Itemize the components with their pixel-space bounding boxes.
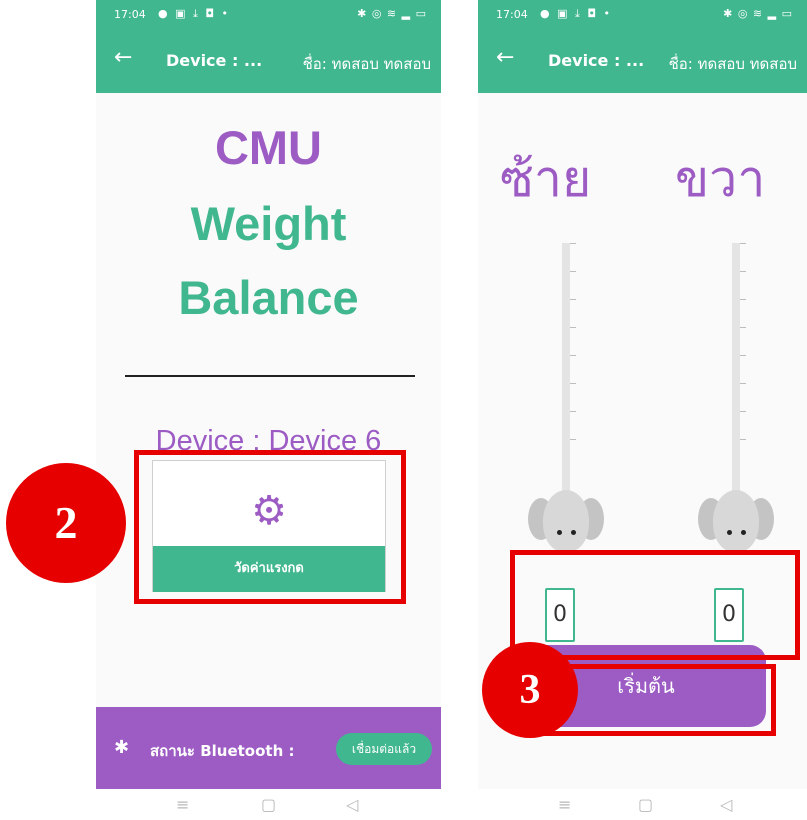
highlight-box-measure [134, 450, 406, 604]
gauge-tick [570, 327, 576, 328]
bluetooth-status-label: สถานะ Bluetooth : [150, 742, 295, 760]
gauge-tick [740, 243, 746, 244]
back-nav-icon[interactable]: ◁ [720, 795, 732, 814]
home-screen: 17:04 ● ▣ ⤓ ◘ • ✱ ◎ ≋ ▂ ▭ ← Device : ...… [96, 0, 441, 820]
gauge-tick [740, 355, 746, 356]
highlight-box-values [510, 550, 800, 660]
left-side-label: ซ้าย [500, 150, 592, 208]
step-badge-3: 3 [482, 642, 578, 738]
gauge-tick [570, 299, 576, 300]
recent-apps-icon[interactable]: ≡ [176, 795, 189, 814]
gauge-tick [570, 383, 576, 384]
notification-icons: ● ▣ ⤓ ◘ • [158, 7, 231, 20]
status-bar: 17:04 ● ▣ ⤓ ◘ • ✱ ◎ ≋ ▂ ▭ [478, 0, 807, 29]
system-icons: ✱ ◎ ≋ ▂ ▭ [723, 7, 793, 20]
device-title: Device : ... [166, 51, 263, 70]
gauge-tick [570, 439, 576, 440]
status-bar: 17:04 ● ▣ ⤓ ◘ • ✱ ◎ ≋ ▂ ▭ [96, 0, 441, 29]
divider [125, 375, 415, 377]
user-name: ชื่อ: ทดสอบ ทดสอบ [302, 55, 431, 73]
gauge-tick [570, 271, 576, 272]
step-badge-2: 2 [6, 463, 126, 583]
bluetooth-icon: ✱ [114, 737, 130, 758]
gauge-tick [570, 411, 576, 412]
title-line-cmu: CMU [214, 121, 323, 174]
recent-apps-icon[interactable]: ≡ [558, 795, 571, 814]
home-icon[interactable]: ▢ [261, 795, 276, 814]
home-icon[interactable]: ▢ [638, 795, 653, 814]
status-time: 17:04 [496, 8, 528, 21]
gauge-tick [740, 439, 746, 440]
right-pressure-gauge [732, 243, 746, 503]
bluetooth-footer: ✱ สถานะ Bluetooth : เชื่อมต่อแล้ว [96, 707, 441, 789]
status-time: 17:04 [114, 8, 146, 21]
app-bar: ← Device : ... ชื่อ: ทดสอบ ทดสอบ [478, 29, 807, 93]
back-nav-icon[interactable]: ◁ [346, 795, 358, 814]
left-pressure-gauge [562, 243, 576, 503]
gauge-tick [740, 411, 746, 412]
system-icons: ✱ ◎ ≋ ▂ ▭ [357, 7, 427, 20]
bluetooth-connected-button[interactable]: เชื่อมต่อแล้ว [336, 733, 432, 765]
title-line-balance: Balance [178, 271, 359, 324]
left-elephant-icon [528, 490, 604, 558]
user-name: ชื่อ: ทดสอบ ทดสอบ [668, 55, 797, 73]
gauge-tick [740, 271, 746, 272]
gauge-tick [740, 299, 746, 300]
right-elephant-icon [698, 490, 774, 558]
gauge-tick [570, 243, 576, 244]
gauge-tick [740, 383, 746, 384]
device-title: Device : ... [548, 51, 645, 70]
gauge-tick [570, 355, 576, 356]
back-arrow-icon[interactable]: ← [496, 47, 514, 69]
gauge-tick [740, 327, 746, 328]
notification-icons: ● ▣ ⤓ ◘ • [540, 7, 613, 20]
system-nav-bar: ≡ ▢ ◁ [478, 789, 807, 820]
app-bar: ← Device : ... ชื่อ: ทดสอบ ทดสอบ [96, 29, 441, 93]
right-side-label: ขวา [675, 150, 766, 208]
system-nav-bar: ≡ ▢ ◁ [96, 789, 441, 820]
title-line-weight: Weight [190, 197, 347, 250]
back-arrow-icon[interactable]: ← [114, 47, 132, 69]
